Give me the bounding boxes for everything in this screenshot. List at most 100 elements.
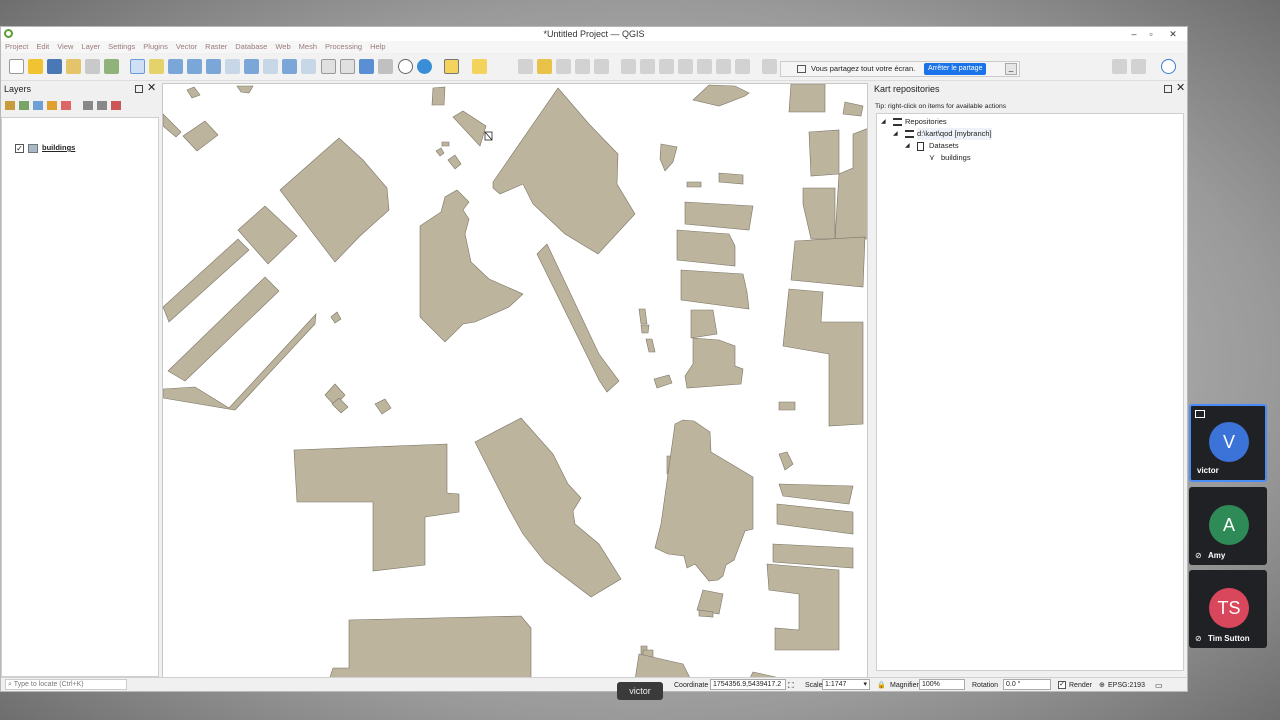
menu-layer[interactable]: Layer (77, 41, 104, 53)
menu-help[interactable]: Help (366, 41, 389, 53)
render-checkbox[interactable]: ✓ (1058, 681, 1066, 689)
zoom-to-layer-icon[interactable] (244, 59, 259, 74)
collapse-all-icon[interactable] (97, 101, 107, 110)
add-polygon-icon[interactable] (575, 59, 590, 74)
menu-processing[interactable]: Processing (321, 41, 366, 53)
expand-all-icon[interactable] (83, 101, 93, 110)
close-button[interactable]: ✕ (1165, 28, 1181, 40)
close-panel-icon[interactable]: ✕ (1176, 82, 1185, 95)
select-features-icon[interactable] (444, 59, 459, 74)
close-panel-icon[interactable]: ✕ (147, 82, 156, 95)
float-panel-icon[interactable] (135, 85, 143, 93)
stop-sharing-button[interactable]: Arrêter le partage (924, 63, 987, 75)
scale-select[interactable]: 1:1747 ▾ (822, 679, 870, 690)
collapse-arrow-icon[interactable]: ◢ (893, 128, 898, 140)
menu-web[interactable]: Web (271, 41, 294, 53)
layer-buildings[interactable]: buildings (42, 142, 75, 154)
zoom-next-icon[interactable] (301, 59, 316, 74)
cut-features-icon[interactable] (659, 59, 674, 74)
redo-icon[interactable] (735, 59, 750, 74)
new-print-layout-icon[interactable] (66, 59, 81, 74)
share-message: Vous partagez tout votre écran. (811, 64, 916, 73)
pan-to-selection-icon[interactable] (149, 59, 164, 74)
save-edits-icon[interactable] (556, 59, 571, 74)
menu-project[interactable]: Project (1, 41, 32, 53)
tree-dataset-buildings[interactable]: buildings (941, 152, 971, 164)
zoom-to-selection-icon[interactable] (225, 59, 240, 74)
save-project-icon[interactable] (47, 59, 62, 74)
open-project-icon[interactable] (28, 59, 43, 74)
measure-icon[interactable] (1131, 59, 1146, 74)
open-styling-icon[interactable] (5, 101, 15, 110)
participant-tile-amy[interactable]: A ⊘ Amy (1189, 487, 1267, 565)
tree-repo-item[interactable]: d:\kart\qod [mybranch] (917, 128, 992, 140)
menu-vector[interactable]: Vector (172, 41, 201, 53)
crs-button[interactable]: EPSG:2193 (1108, 680, 1145, 691)
status-bar: ⌕ Type to locate (Ctrl+K) Coordinate 175… (1, 677, 1187, 691)
delete-selected-icon[interactable] (640, 59, 655, 74)
minimize-button[interactable]: – (1126, 28, 1142, 40)
collapse-arrow-icon[interactable]: ◢ (881, 116, 886, 128)
share-minimize-button[interactable]: _ (1005, 63, 1017, 75)
participant-tile-victor[interactable]: V victor (1189, 404, 1267, 482)
temporal-controller-icon[interactable] (398, 59, 413, 74)
zoom-out-icon[interactable] (187, 59, 202, 74)
maximize-button[interactable]: ▫ (1143, 28, 1159, 40)
coordinate-field[interactable]: 1754356.9,5439417.2 (710, 679, 786, 690)
manage-themes-icon[interactable] (33, 101, 43, 110)
show-bookmarks-icon[interactable] (378, 59, 393, 74)
filter-expression-icon[interactable] (61, 101, 71, 110)
new-3d-view-icon[interactable] (340, 59, 355, 74)
modify-attributes-icon[interactable] (621, 59, 636, 74)
rotation-field[interactable]: 0.0 ° (1003, 679, 1051, 690)
map-canvas[interactable] (162, 83, 868, 679)
menu-edit[interactable]: Edit (32, 41, 53, 53)
search-icon[interactable] (762, 59, 777, 74)
menu-raster[interactable]: Raster (201, 41, 231, 53)
tree-datasets[interactable]: Datasets (929, 140, 959, 152)
refresh-icon[interactable] (417, 59, 432, 74)
zoom-native-icon[interactable] (263, 59, 278, 74)
participant-tile-tim-sutton[interactable]: TS ⊘ Tim Sutton (1189, 570, 1267, 648)
undo-icon[interactable] (716, 59, 731, 74)
lock-scale-icon[interactable]: 🔒 (877, 680, 886, 691)
collapse-arrow-icon[interactable]: ◢ (905, 140, 910, 152)
layers-toolbar (1, 97, 159, 115)
zoom-in-icon[interactable] (168, 59, 183, 74)
add-group-icon[interactable] (19, 101, 29, 110)
kart-tip-text: Tip: right-click on items for available … (875, 103, 1007, 110)
new-map-view-icon[interactable] (321, 59, 336, 74)
magnifier-field[interactable]: 100% (919, 679, 965, 690)
identify-info-icon[interactable] (1161, 59, 1176, 74)
menu-database[interactable]: Database (231, 41, 271, 53)
menu-mesh[interactable]: Mesh (295, 41, 321, 53)
select-by-value-icon[interactable] (472, 59, 487, 74)
paste-features-icon[interactable] (697, 59, 712, 74)
menu-settings[interactable]: Settings (104, 41, 139, 53)
messages-icon[interactable]: ▭ (1155, 680, 1163, 691)
toggle-extents-icon[interactable]: ⛶ (788, 680, 794, 691)
menu-view[interactable]: View (53, 41, 77, 53)
menu-plugins[interactable]: Plugins (139, 41, 172, 53)
zoom-last-icon[interactable] (282, 59, 297, 74)
copy-features-icon[interactable] (678, 59, 693, 74)
zoom-full-icon[interactable] (206, 59, 221, 74)
pan-map-icon[interactable] (130, 59, 145, 74)
locator-search-input[interactable]: ⌕ Type to locate (Ctrl+K) (5, 679, 127, 690)
layout-manager-icon[interactable] (85, 59, 100, 74)
attribute-table-icon[interactable] (1112, 59, 1127, 74)
filter-legend-icon[interactable] (47, 101, 57, 110)
vertex-tool-icon[interactable] (594, 59, 609, 74)
tree-repositories[interactable]: Repositories (905, 116, 947, 128)
current-edits-icon[interactable] (518, 59, 533, 74)
style-manager-icon[interactable] (104, 59, 119, 74)
bookmark-icon[interactable] (359, 59, 374, 74)
toggle-editing-icon[interactable] (537, 59, 552, 74)
float-panel-icon[interactable] (1164, 85, 1172, 93)
datasets-icon (917, 142, 924, 151)
scale-label: Scale (805, 682, 823, 689)
layer-visibility-checkbox[interactable]: ✓ (15, 144, 24, 153)
remove-layer-icon[interactable] (111, 101, 121, 110)
avatar: A (1209, 505, 1249, 545)
new-project-icon[interactable] (9, 59, 24, 74)
